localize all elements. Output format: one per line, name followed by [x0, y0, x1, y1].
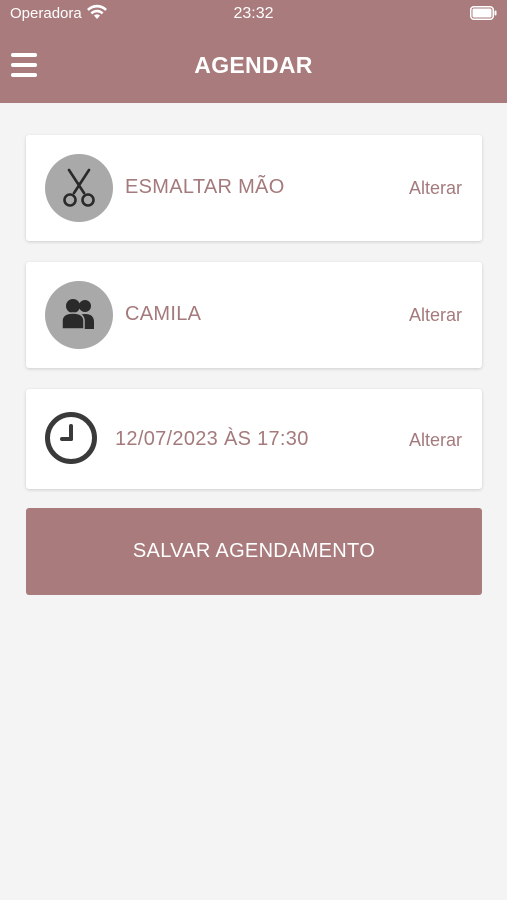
datetime-label: 12/07/2023 ÀS 17:30: [115, 428, 309, 450]
professional-card[interactable]: CAMILA Alterar: [26, 262, 482, 368]
status-time: 23:32: [233, 5, 274, 22]
service-label: ESMALTAR MÃO: [125, 176, 285, 198]
page-title: AGENDAR: [194, 52, 313, 78]
status-bar: Operadora 23:32: [0, 0, 507, 28]
professional-label: CAMILA: [125, 303, 202, 325]
clock-icon: [45, 412, 97, 464]
app-header: Operadora 23:32 AGENDAR: [0, 0, 507, 103]
change-service-link[interactable]: Alterar: [409, 178, 462, 199]
battery-icon: [470, 6, 497, 20]
scissors-icon: [45, 154, 113, 222]
change-professional-link[interactable]: Alterar: [409, 305, 462, 326]
save-appointment-button[interactable]: SALVAR AGENDAMENTO: [26, 508, 482, 595]
change-datetime-link[interactable]: Alterar: [409, 430, 462, 451]
service-card[interactable]: ESMALTAR MÃO Alterar: [26, 135, 482, 241]
people-icon: [45, 281, 113, 349]
datetime-card[interactable]: 12/07/2023 ÀS 17:30 Alterar: [26, 389, 482, 489]
